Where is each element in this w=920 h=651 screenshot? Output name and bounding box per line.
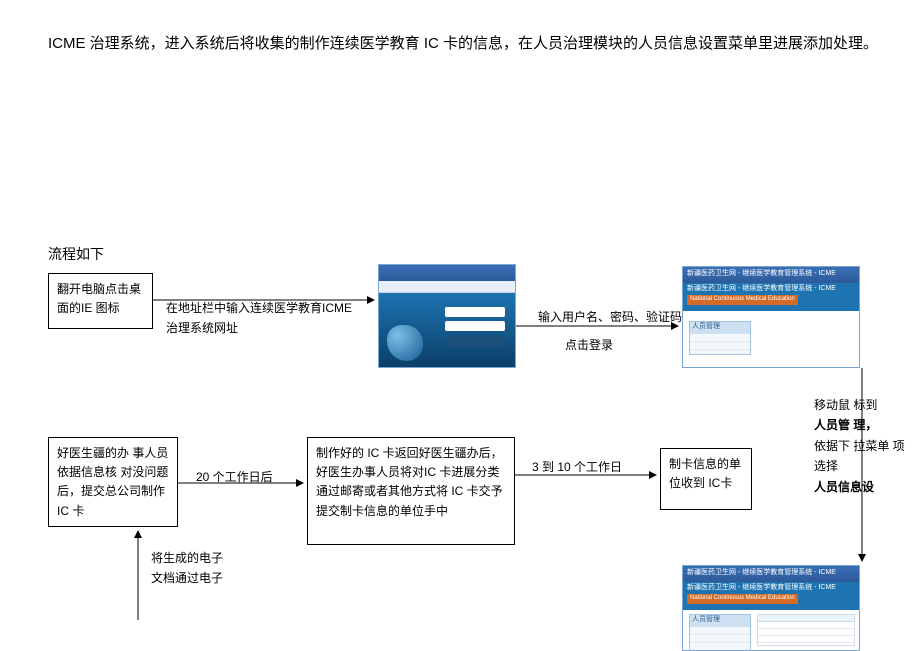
edge-label-3-10-days: 3 到 10 个工作日 — [532, 457, 652, 477]
edge-label-click-login: 点击登录 — [565, 335, 665, 355]
follow-dropdown: 依据下 拉菜单 项选择 — [814, 439, 905, 473]
thumb-system-banner: 新疆医药卫生网 - 继续医学教育管理系统 - ICME National Con… — [683, 283, 859, 311]
banner-subtitle-2: National Continuous Medical Education — [687, 594, 798, 603]
thumb-person-titlebar: 新疆医药卫生网 - 继续医学教育管理系统 - ICME — [683, 566, 859, 582]
banner-title: 新疆医药卫生网 - 继续医学教育管理系统 - ICME — [687, 285, 836, 292]
intro-paragraph: ICME 治理系统，进入系统后将收集的制作连续医学教育 IC 卡的信息，在人员治… — [48, 30, 880, 57]
node-open-ie: 翻开电脑点击桌面的IE 图标 — [48, 273, 153, 329]
node-card-return-distribute: 制作好的 IC 卡返回好医生疆办后，好医生办事人员将对IC 卡进展分类通过邮寄或… — [307, 437, 515, 545]
thumb-login-body — [379, 293, 515, 367]
thumb-person-info-page: 新疆医药卫生网 - 继续医学教育管理系统 - ICME 新疆医药卫生网 - 继续… — [682, 565, 860, 651]
banner-title-2: 新疆医药卫生网 - 继续医学教育管理系统 - ICME — [687, 584, 836, 591]
banner-subtitle: National Continuous Medical Education — [687, 295, 798, 304]
edge-label-mouse-move: 移动鼠 标到 人员管 理， 依据下 拉菜单 项选择 人员信息设 — [814, 395, 914, 497]
sidebar-menu: 人员管理 — [689, 321, 751, 355]
edge-label-credentials: 输入用户名、密码、验证码 — [538, 307, 698, 327]
thumb-system-main: 新疆医药卫生网 - 继续医学教育管理系统 - ICME 新疆医药卫生网 - 继续… — [682, 266, 860, 368]
login-username-field — [445, 307, 505, 317]
thumb-login-toolbar — [379, 281, 515, 293]
login-password-field — [445, 321, 505, 331]
edge-label-20-days: 20 个工作日后 — [196, 467, 296, 487]
thumb-system-content: 人员管理 — [683, 311, 859, 367]
node-verify-and-submit: 好医生疆的办 事人员依据信息核 对没问题后，提交总公司制作IC 卡 — [48, 437, 178, 527]
node-unit-receives-card: 制卡信息的单位收到 IC卡 — [660, 448, 752, 510]
menu-item-person-info: 人员信息设 — [814, 480, 874, 494]
thumb-person-content: 人员管理 — [683, 610, 859, 650]
sidebar-menu-header: 人员管理 — [690, 322, 750, 334]
menu-name-person-manage: 人员管 理， — [814, 418, 877, 432]
edge-label-address: 在地址栏中输入连续医学教育ICME 治理系统网址 — [166, 298, 356, 339]
flow-label: 流程如下 — [48, 244, 104, 265]
login-button — [445, 337, 505, 347]
login-graphic-icon — [387, 325, 423, 361]
move-mouse-to: 移动鼠 标到 — [814, 398, 877, 412]
thumb-login-page — [378, 264, 516, 368]
sidebar-menu-header-2: 人员管理 — [690, 615, 750, 627]
edge-label-electronic-doc: 将生成的电子文档通过电子 — [151, 548, 231, 589]
thumb-system-titlebar: 新疆医药卫生网 - 继续医学教育管理系统 - ICME — [683, 267, 859, 283]
content-panel — [757, 614, 855, 646]
thumb-login-titlebar — [379, 265, 515, 281]
sidebar-menu-2: 人员管理 — [689, 614, 751, 651]
thumb-person-banner: 新疆医药卫生网 - 继续医学教育管理系统 - ICME National Con… — [683, 582, 859, 610]
